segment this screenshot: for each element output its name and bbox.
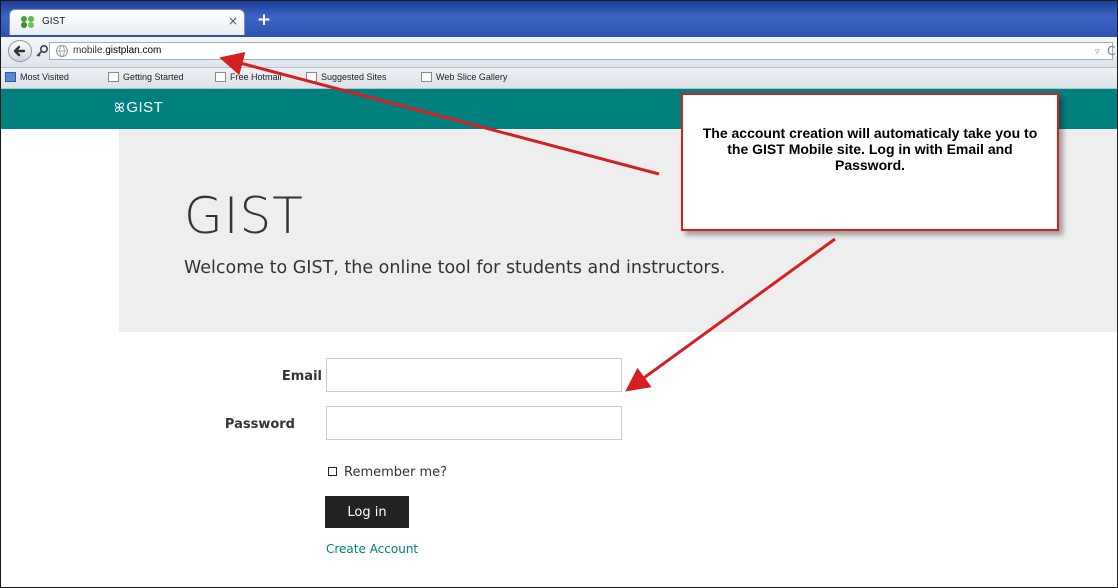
remember-me[interactable]: Remember me? (328, 465, 447, 480)
tab-strip: GIST × + (1, 1, 1117, 37)
back-arrow-icon (13, 45, 26, 57)
bookmark-most-visited[interactable]: Most Visited (5, 72, 69, 82)
tab-title: GIST (42, 16, 66, 27)
bookmark-icon (421, 72, 432, 82)
password-field[interactable] (326, 406, 622, 440)
bookmark-suggested-sites[interactable]: Suggested Sites (306, 72, 387, 82)
login-button[interactable]: Log in (325, 496, 409, 528)
checkbox-icon[interactable] (328, 467, 337, 476)
password-label: Password (224, 417, 295, 432)
bookmark-icon (5, 72, 16, 82)
navigation-bar: mobile.gistplan.com ▿ C (1, 37, 1117, 68)
create-account-link[interactable]: Create Account (326, 542, 418, 556)
site-logo[interactable]: ꕤGIST (114, 99, 163, 116)
hero-subtitle: Welcome to GIST, the online tool for stu… (184, 258, 726, 278)
site-logo-text: GIST (126, 99, 164, 116)
reload-icon[interactable]: C (1107, 44, 1115, 58)
bookmark-web-slice-gallery[interactable]: Web Slice Gallery (421, 72, 507, 82)
url-text: mobile.gistplan.com (73, 45, 161, 56)
logo-mark-icon: ꕤ (114, 100, 126, 115)
bookmark-icon (215, 72, 226, 82)
dropdown-icon[interactable]: ▿ (1095, 47, 1100, 57)
hero-title: GIST (184, 187, 304, 245)
url-domain: gistplan.com (105, 45, 162, 56)
bookmark-free-hotmail[interactable]: Free Hotmail (215, 72, 282, 82)
new-tab-button[interactable]: + (252, 10, 276, 30)
bookmark-label: Web Slice Gallery (436, 72, 508, 82)
back-button[interactable] (8, 40, 32, 62)
bookmark-label: Free Hotmail (230, 72, 282, 82)
bookmark-icon (306, 72, 317, 82)
email-field[interactable] (326, 358, 622, 392)
bookmark-label: Suggested Sites (321, 72, 387, 82)
email-label: Email (281, 369, 322, 384)
bookmark-getting-started[interactable]: Getting Started (108, 72, 184, 82)
globe-icon (56, 45, 68, 57)
key-icon (36, 44, 49, 57)
gist-favicon-icon (21, 16, 34, 28)
bookmark-label: Most Visited (20, 72, 69, 82)
tab-gist[interactable]: GIST × (9, 9, 245, 35)
bookmark-icon (108, 72, 119, 82)
address-bar[interactable] (49, 42, 1113, 60)
callout-text: The account creation will automaticaly t… (702, 125, 1038, 173)
url-subdomain: mobile. (73, 45, 106, 56)
bookmark-label: Getting Started (123, 72, 184, 82)
remember-me-label: Remember me? (344, 465, 448, 480)
instruction-callout: The account creation will automaticaly t… (681, 93, 1059, 231)
close-icon[interactable]: × (228, 14, 238, 28)
bookmarks-bar: Most Visited Getting Started Free Hotmai… (1, 68, 1117, 89)
screenshot-frame: GIST × + mobile.gistplan.com ▿ C Most Vi… (0, 0, 1118, 588)
